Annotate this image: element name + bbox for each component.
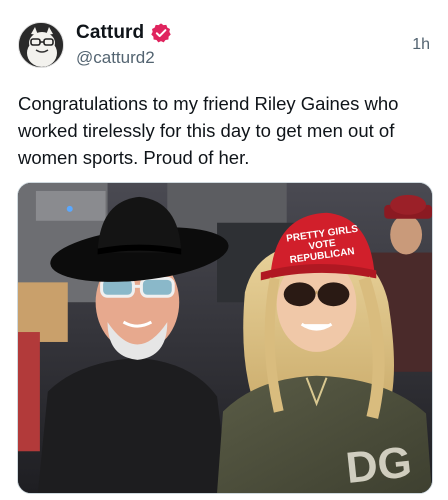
svg-text:DG: DG — [344, 437, 414, 493]
author-display-name[interactable]: Catturd — [76, 22, 144, 44]
cartoon-face-avatar-icon — [19, 23, 63, 67]
post-header: Catturd @catturd2 1h — [0, 0, 448, 80]
author-handle[interactable]: @catturd2 — [76, 48, 155, 68]
verified-badge-icon — [151, 23, 171, 43]
selfie-photo-illustration: DG PRETTY GIRLS VOTE REPUBLICAN — [18, 183, 432, 493]
post-photo[interactable]: DG PRETTY GIRLS VOTE REPUBLICAN — [17, 182, 433, 494]
post-timestamp[interactable]: 1h — [412, 36, 430, 54]
author-avatar[interactable] — [18, 22, 64, 68]
post-text: Congratulations to my friend Riley Gaine… — [18, 93, 399, 168]
author-name-row: Catturd — [76, 22, 172, 44]
